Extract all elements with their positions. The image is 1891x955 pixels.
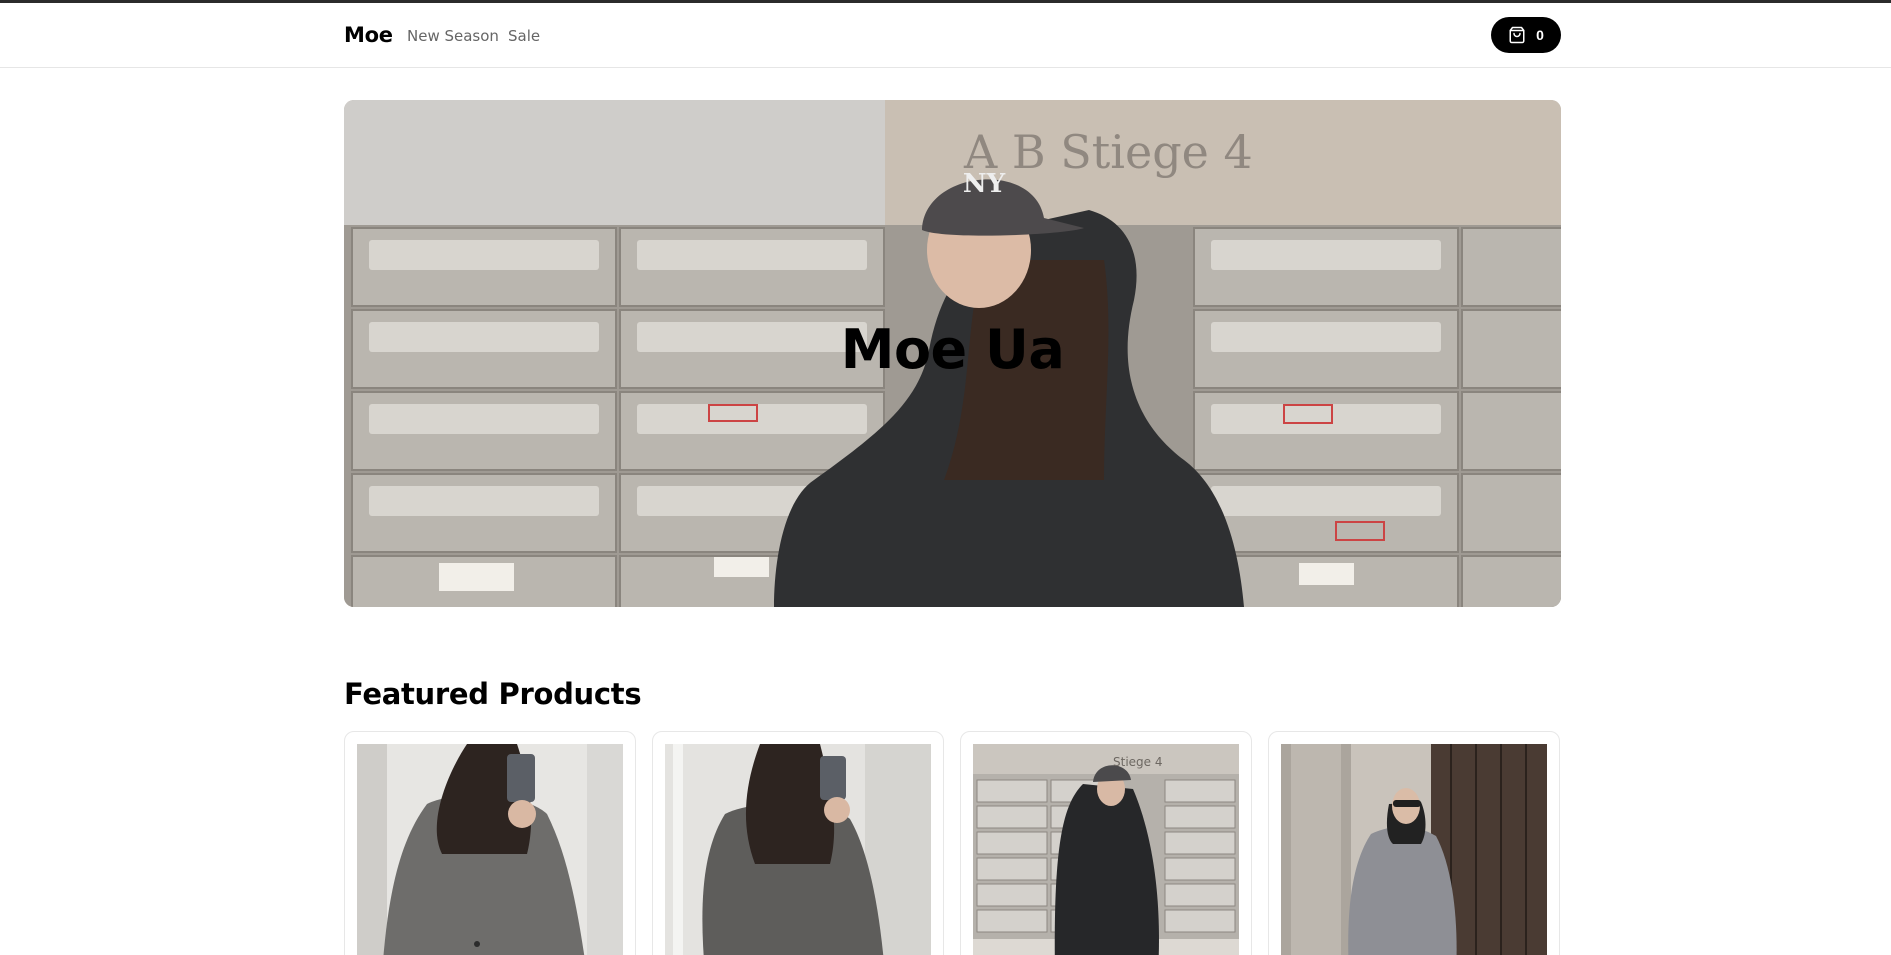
hero-banner: NY A B Stiege 4 Moe Ua <box>344 100 1561 607</box>
cart-button[interactable]: 0 <box>1491 17 1561 53</box>
featured-products-title: Featured Products <box>344 677 642 711</box>
hero-title: Moe Ua <box>840 318 1065 381</box>
product-card[interactable]: Stiege 4 <box>960 731 1252 955</box>
nav-link-sale[interactable]: Sale <box>508 27 540 45</box>
cart-count: 0 <box>1536 27 1544 43</box>
nav-link-new-season[interactable]: New Season <box>407 27 499 45</box>
product-grid: Stiege 4 <box>344 731 1561 955</box>
shopping-bag-icon <box>1509 26 1525 44</box>
product-card[interactable] <box>652 731 944 955</box>
product-card[interactable] <box>1268 731 1560 955</box>
site-header: Moe New Season Sale 0 <box>0 3 1891 68</box>
product-image <box>665 744 931 955</box>
brand-logo[interactable]: Moe <box>344 23 393 47</box>
product-image <box>357 744 623 955</box>
svg-text:Stiege 4: Stiege 4 <box>1113 755 1163 769</box>
product-image <box>1281 744 1547 955</box>
product-card[interactable] <box>344 731 636 955</box>
product-image: Stiege 4 <box>973 744 1239 955</box>
hero-wall-text: A B Stiege 4 <box>963 125 1253 179</box>
